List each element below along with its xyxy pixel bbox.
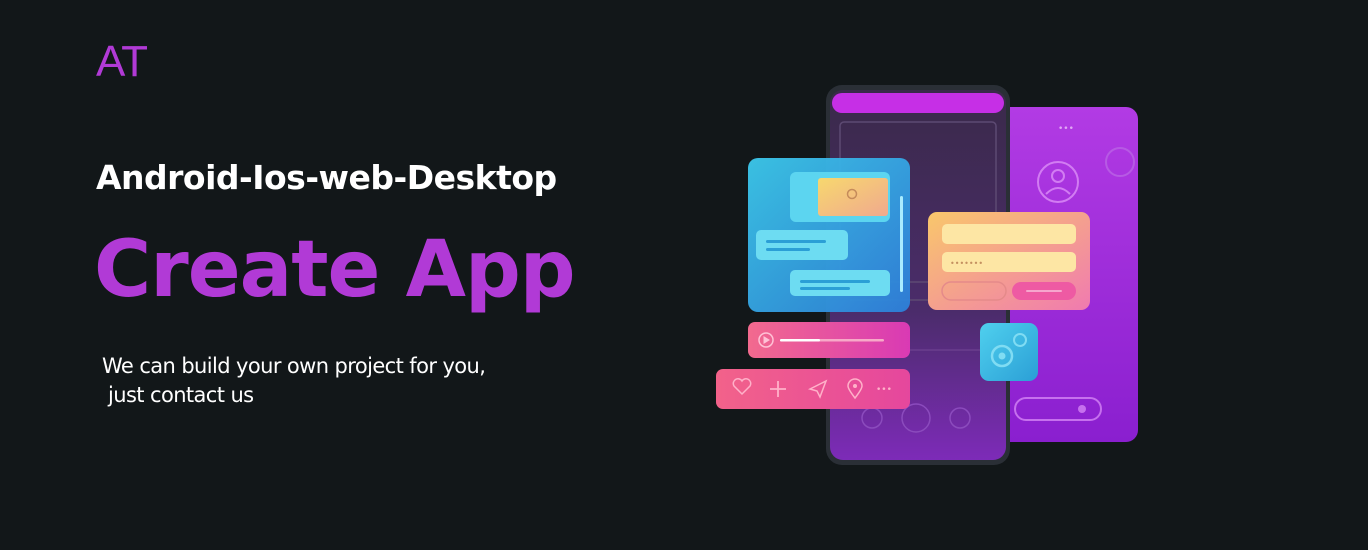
image-thumbnail bbox=[818, 178, 888, 216]
more-dots-icon: ••• bbox=[876, 385, 892, 395]
settings-tile bbox=[980, 323, 1038, 381]
platforms-subtitle: Android-Ios-web-Desktop bbox=[96, 158, 557, 197]
tagline-line-2: just contact us bbox=[108, 383, 254, 407]
media-player-card bbox=[748, 322, 910, 358]
create-app-headline: Create App bbox=[94, 225, 576, 315]
app-illustration: ••• ••••••• ••• bbox=[716, 85, 1138, 465]
tagline-line-1: We can build your own project for you, bbox=[102, 354, 486, 378]
username-field bbox=[942, 224, 1076, 244]
login-card: ••••••• bbox=[928, 212, 1090, 310]
logo: AT bbox=[96, 37, 148, 86]
tagline: We can build your own project for you, j… bbox=[102, 352, 486, 410]
hero-banner: AT Android-Ios-web-Desktop Create App We… bbox=[0, 0, 1368, 550]
password-mask: ••••••• bbox=[950, 259, 983, 268]
chat-card bbox=[748, 158, 910, 312]
menu-dots-icon: ••• bbox=[1058, 124, 1074, 134]
action-bar-card: ••• bbox=[716, 369, 910, 409]
